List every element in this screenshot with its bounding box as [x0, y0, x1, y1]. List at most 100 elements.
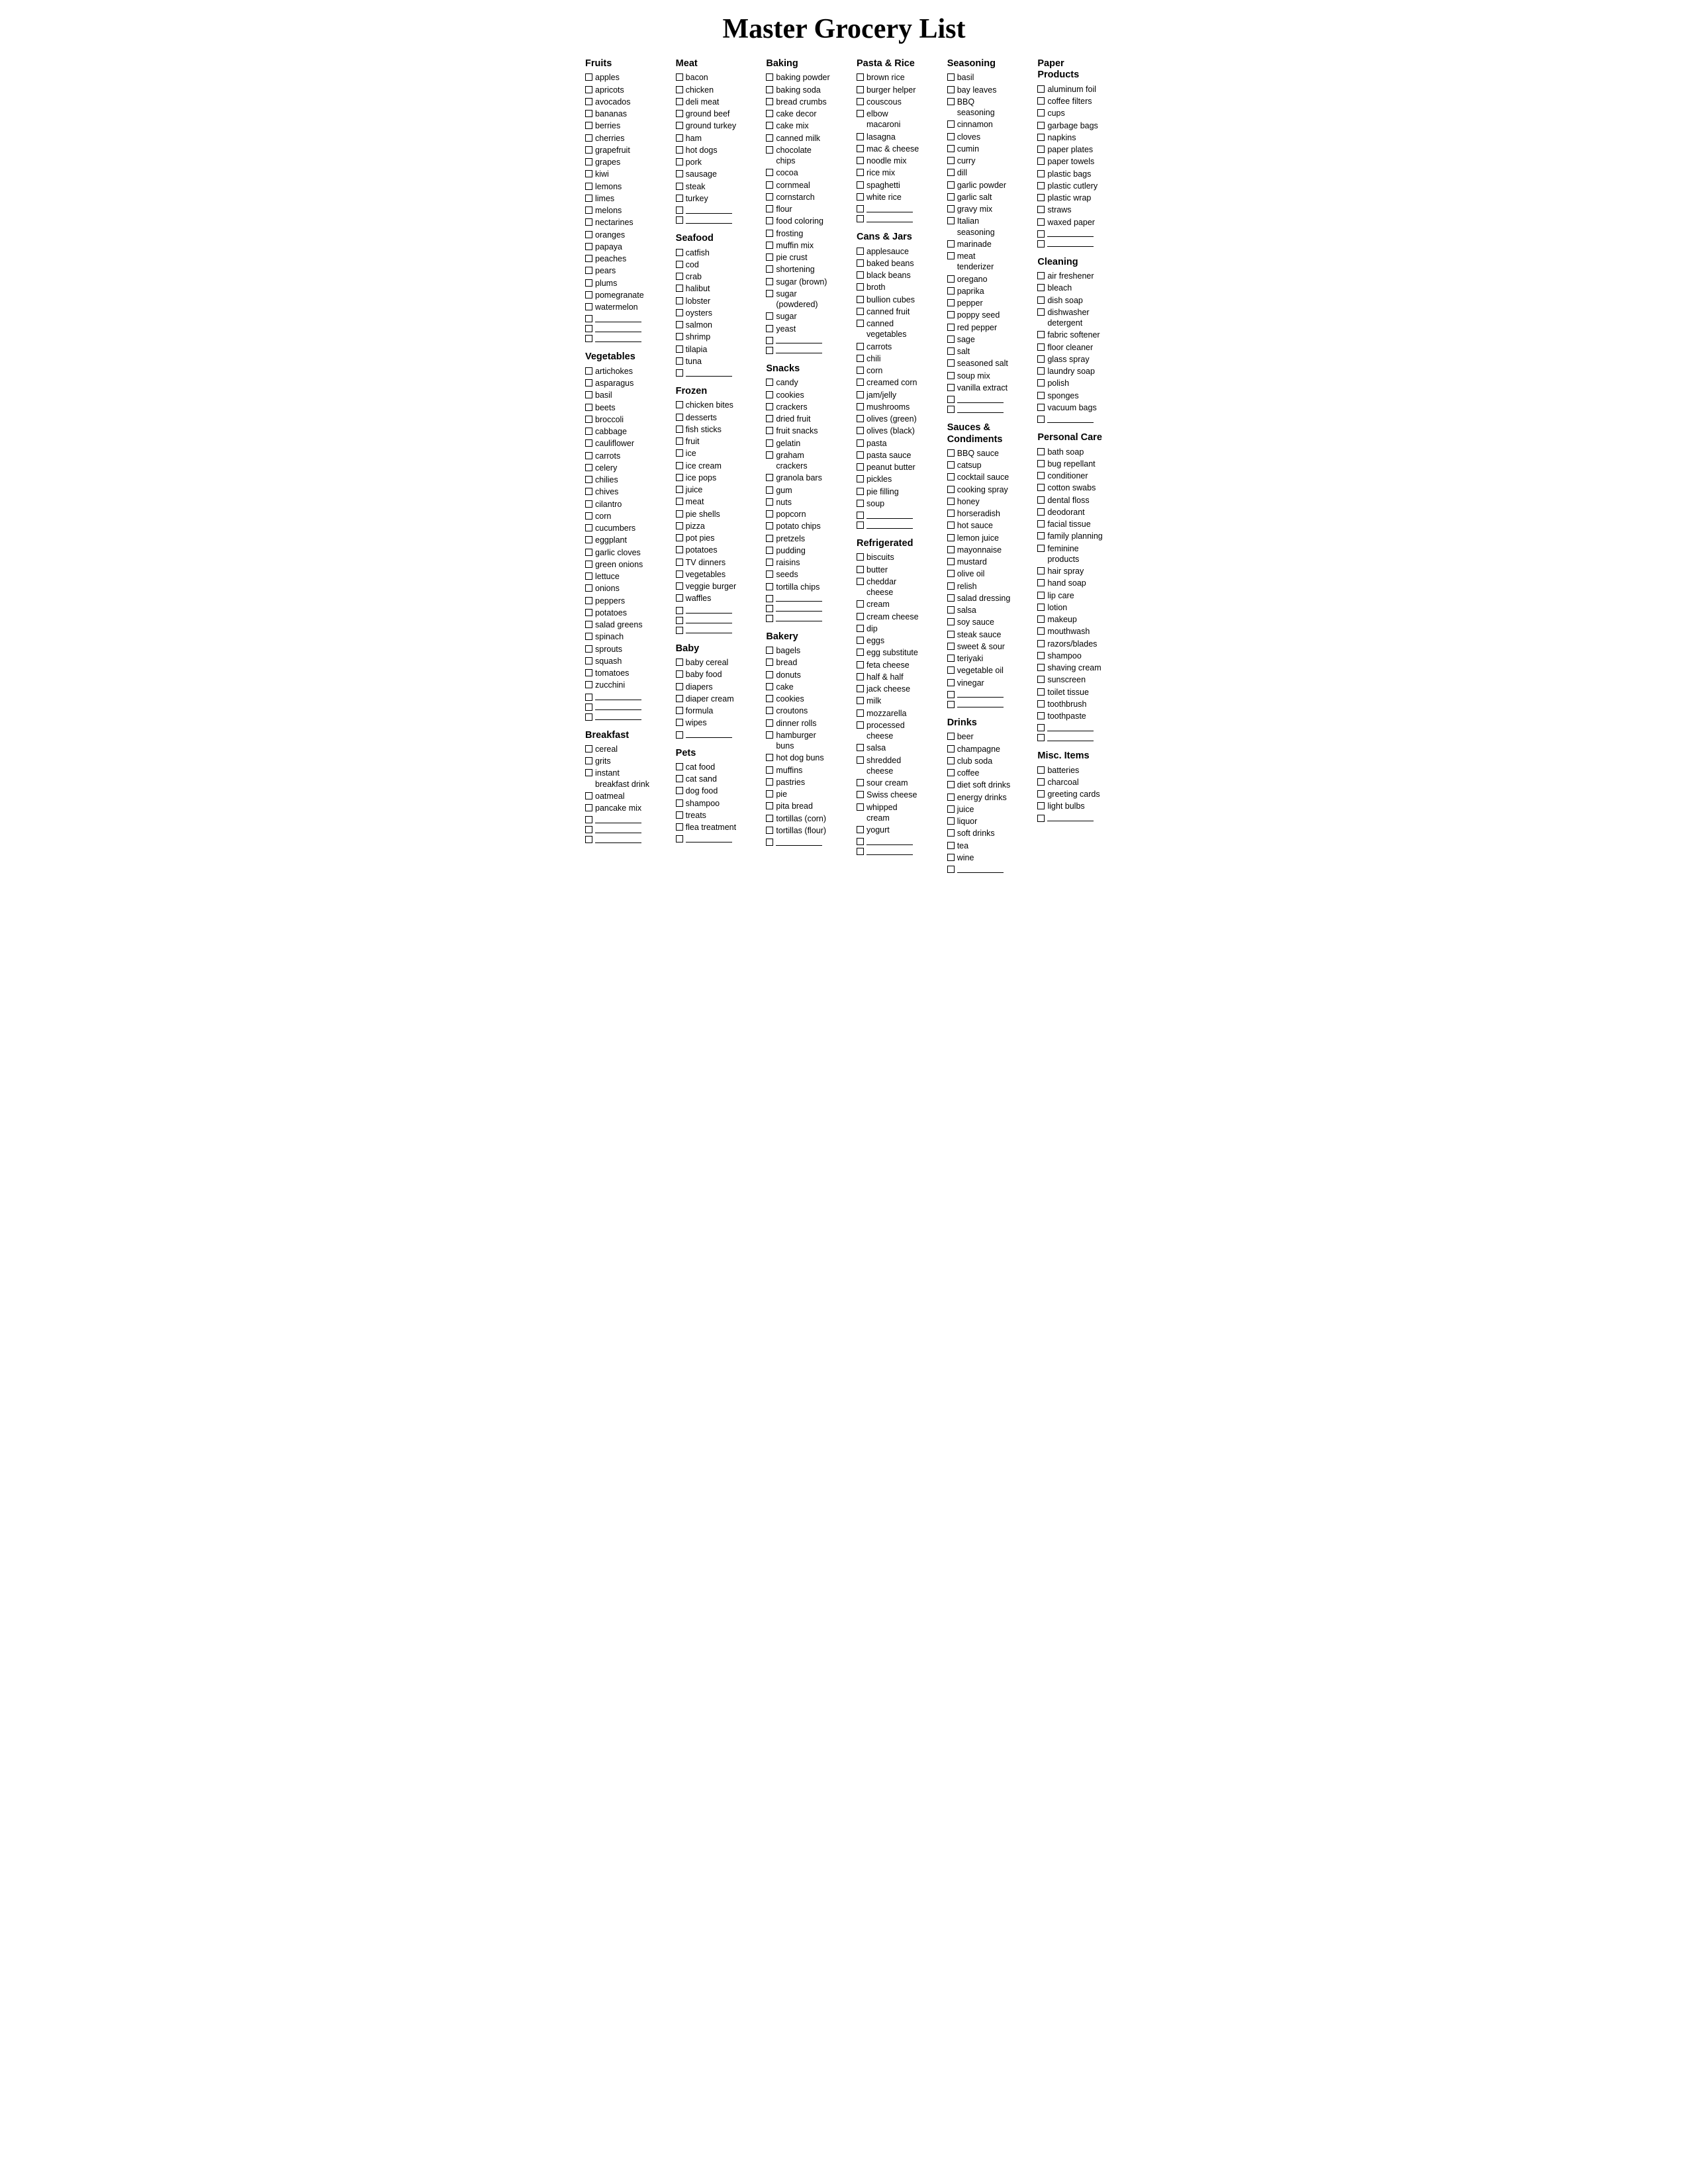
- checkbox[interactable]: [857, 553, 864, 561]
- checkbox[interactable]: [766, 110, 773, 117]
- list-item[interactable]: sprouts: [585, 644, 651, 655]
- list-item[interactable]: diet soft drinks: [947, 780, 1013, 790]
- checkbox[interactable]: [585, 379, 592, 387]
- checkbox[interactable]: [585, 73, 592, 81]
- list-item[interactable]: makeup: [1037, 614, 1103, 625]
- checkbox[interactable]: [766, 559, 773, 566]
- checkbox[interactable]: [857, 296, 864, 303]
- list-item[interactable]: rice mix: [857, 167, 922, 178]
- checkbox[interactable]: [676, 607, 683, 614]
- checkbox[interactable]: [1037, 182, 1045, 189]
- list-item[interactable]: ice pops: [676, 473, 741, 483]
- list-item[interactable]: gelatin: [766, 438, 831, 449]
- list-item[interactable]: salad greens: [585, 619, 651, 630]
- checkbox[interactable]: [585, 745, 592, 752]
- checkbox[interactable]: [1037, 627, 1045, 635]
- checkbox[interactable]: [676, 426, 683, 433]
- checkbox[interactable]: [676, 285, 683, 292]
- list-item[interactable]: cabbage: [585, 426, 651, 437]
- list-item[interactable]: raisins: [766, 557, 831, 568]
- list-item[interactable]: pita bread: [766, 801, 831, 811]
- checkbox[interactable]: [676, 449, 683, 457]
- list-item[interactable]: sweet & sour: [947, 641, 1013, 652]
- list-item[interactable]: apricots: [585, 85, 651, 95]
- checkbox[interactable]: [585, 267, 592, 274]
- list-item[interactable]: soup mix: [947, 371, 1013, 381]
- checkbox[interactable]: [947, 701, 955, 708]
- list-item[interactable]: eggs: [857, 635, 922, 646]
- checkbox[interactable]: [857, 451, 864, 459]
- checkbox[interactable]: [857, 826, 864, 833]
- checkbox[interactable]: [766, 827, 773, 834]
- list-item[interactable]: squash: [585, 656, 651, 666]
- checkbox[interactable]: [676, 594, 683, 602]
- blank-line[interactable]: [676, 834, 741, 842]
- list-item[interactable]: lemon juice: [947, 533, 1013, 543]
- list-item[interactable]: sage: [947, 334, 1013, 345]
- list-item[interactable]: whipped cream: [857, 802, 922, 824]
- checkbox[interactable]: [1037, 416, 1045, 423]
- blank-line[interactable]: [676, 368, 741, 377]
- list-item[interactable]: charcoal: [1037, 777, 1103, 788]
- checkbox[interactable]: [766, 86, 773, 93]
- list-item[interactable]: waffles: [676, 593, 741, 604]
- list-item[interactable]: tortilla chips: [766, 582, 831, 592]
- checkbox[interactable]: [766, 290, 773, 297]
- list-item[interactable]: graham crackers: [766, 450, 831, 472]
- blank-line[interactable]: [857, 837, 922, 845]
- checkbox[interactable]: [947, 866, 955, 873]
- list-item[interactable]: facial tissue: [1037, 519, 1103, 529]
- checkbox[interactable]: [585, 122, 592, 129]
- checkbox[interactable]: [947, 486, 955, 493]
- list-item[interactable]: red pepper: [947, 322, 1013, 333]
- checkbox[interactable]: [676, 183, 683, 190]
- checkbox[interactable]: [676, 462, 683, 469]
- checkbox[interactable]: [585, 218, 592, 226]
- list-item[interactable]: seeds: [766, 569, 831, 580]
- blank-line[interactable]: [676, 625, 741, 634]
- checkbox[interactable]: [766, 707, 773, 714]
- checkbox[interactable]: [1037, 296, 1045, 304]
- list-item[interactable]: dental floss: [1037, 495, 1103, 506]
- checkbox[interactable]: [947, 252, 955, 259]
- list-item[interactable]: limes: [585, 193, 651, 204]
- list-item[interactable]: gum: [766, 485, 831, 496]
- blank-line[interactable]: [585, 825, 651, 833]
- checkbox[interactable]: [766, 486, 773, 494]
- checkbox[interactable]: [947, 240, 955, 248]
- checkbox[interactable]: [1037, 734, 1045, 741]
- list-item[interactable]: pork: [676, 157, 741, 167]
- checkbox[interactable]: [585, 428, 592, 435]
- checkbox[interactable]: [766, 181, 773, 189]
- list-item[interactable]: potatoes: [676, 545, 741, 555]
- list-item[interactable]: garbage bags: [1037, 120, 1103, 131]
- list-item[interactable]: energy drinks: [947, 792, 1013, 803]
- list-item[interactable]: family planning: [1037, 531, 1103, 541]
- blank-line[interactable]: [1037, 723, 1103, 731]
- list-item[interactable]: cake decor: [766, 109, 831, 119]
- checkbox[interactable]: [947, 805, 955, 813]
- checkbox[interactable]: [947, 534, 955, 541]
- checkbox[interactable]: [676, 787, 683, 794]
- list-item[interactable]: biscuits: [857, 552, 922, 563]
- checkbox[interactable]: [857, 522, 864, 529]
- checkbox[interactable]: [857, 744, 864, 751]
- blank-line[interactable]: [676, 205, 741, 214]
- list-item[interactable]: instant breakfast drink: [585, 768, 651, 790]
- checkbox[interactable]: [676, 134, 683, 142]
- list-item[interactable]: green onions: [585, 559, 651, 570]
- checkbox[interactable]: [857, 756, 864, 764]
- list-item[interactable]: club soda: [947, 756, 1013, 766]
- checkbox[interactable]: [857, 475, 864, 482]
- list-item[interactable]: sponges: [1037, 390, 1103, 401]
- list-item[interactable]: feta cheese: [857, 660, 922, 670]
- list-item[interactable]: cookies: [766, 694, 831, 704]
- list-item[interactable]: corn: [857, 365, 922, 376]
- list-item[interactable]: ham: [676, 133, 741, 144]
- checkbox[interactable]: [766, 325, 773, 332]
- list-item[interactable]: canned fruit: [857, 306, 922, 317]
- checkbox[interactable]: [857, 637, 864, 644]
- blank-line[interactable]: [1037, 733, 1103, 741]
- list-item[interactable]: nuts: [766, 497, 831, 508]
- list-item[interactable]: lemons: [585, 181, 651, 192]
